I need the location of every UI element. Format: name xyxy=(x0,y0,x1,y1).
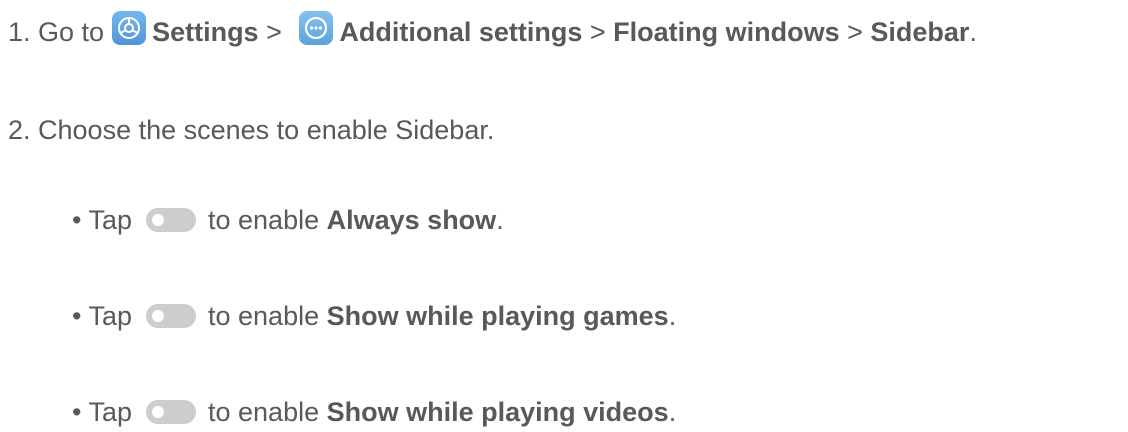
sidebar-label: Sidebar xyxy=(870,16,970,47)
settings-label: Settings xyxy=(152,16,259,47)
floating-windows-label: Floating windows xyxy=(613,16,840,47)
toggle-switch-icon xyxy=(146,400,196,424)
bullet-prefix: • Tap xyxy=(72,204,132,235)
bullet-prefix: • Tap xyxy=(72,396,132,427)
option-always-show: Always show xyxy=(326,204,497,235)
bullet-middle-text: to enable xyxy=(208,396,320,427)
bullet-show-while-playing-videos: • Tap to enable Show while playing video… xyxy=(72,392,676,432)
step-1-prefix: 1. Go to xyxy=(8,16,105,47)
step-2-instruction: 2. Choose the scenes to enable Sidebar. xyxy=(8,110,494,150)
toggle-switch-icon xyxy=(146,208,196,232)
bullet-prefix: • Tap xyxy=(72,300,132,331)
option-show-while-playing-games: Show while playing games xyxy=(326,300,669,331)
bullet-period: . xyxy=(668,396,677,427)
bullet-middle-text: to enable xyxy=(208,300,320,331)
breadcrumb-separator: > xyxy=(258,16,290,47)
bullet-middle-text: to enable xyxy=(208,204,320,235)
bullet-always-show: • Tap to enable Always show . xyxy=(72,200,504,240)
toggle-switch-icon xyxy=(146,304,196,328)
bullet-period: . xyxy=(668,300,677,331)
breadcrumb-separator: > xyxy=(582,16,614,47)
additional-settings-icon xyxy=(299,11,334,45)
breadcrumb-separator: > xyxy=(839,16,871,47)
step-1-instruction: 1. Go to Settings > Additional settings … xyxy=(8,11,977,52)
additional-settings-label: Additional settings xyxy=(339,16,583,47)
step-1-period: . xyxy=(969,16,977,47)
step-2-text: 2. Choose the scenes to enable Sidebar. xyxy=(8,114,495,145)
bullet-show-while-playing-games: • Tap to enable Show while playing games… xyxy=(72,296,676,336)
option-show-while-playing-videos: Show while playing videos xyxy=(326,396,669,427)
bullet-period: . xyxy=(496,204,504,235)
settings-gear-icon xyxy=(112,11,147,45)
